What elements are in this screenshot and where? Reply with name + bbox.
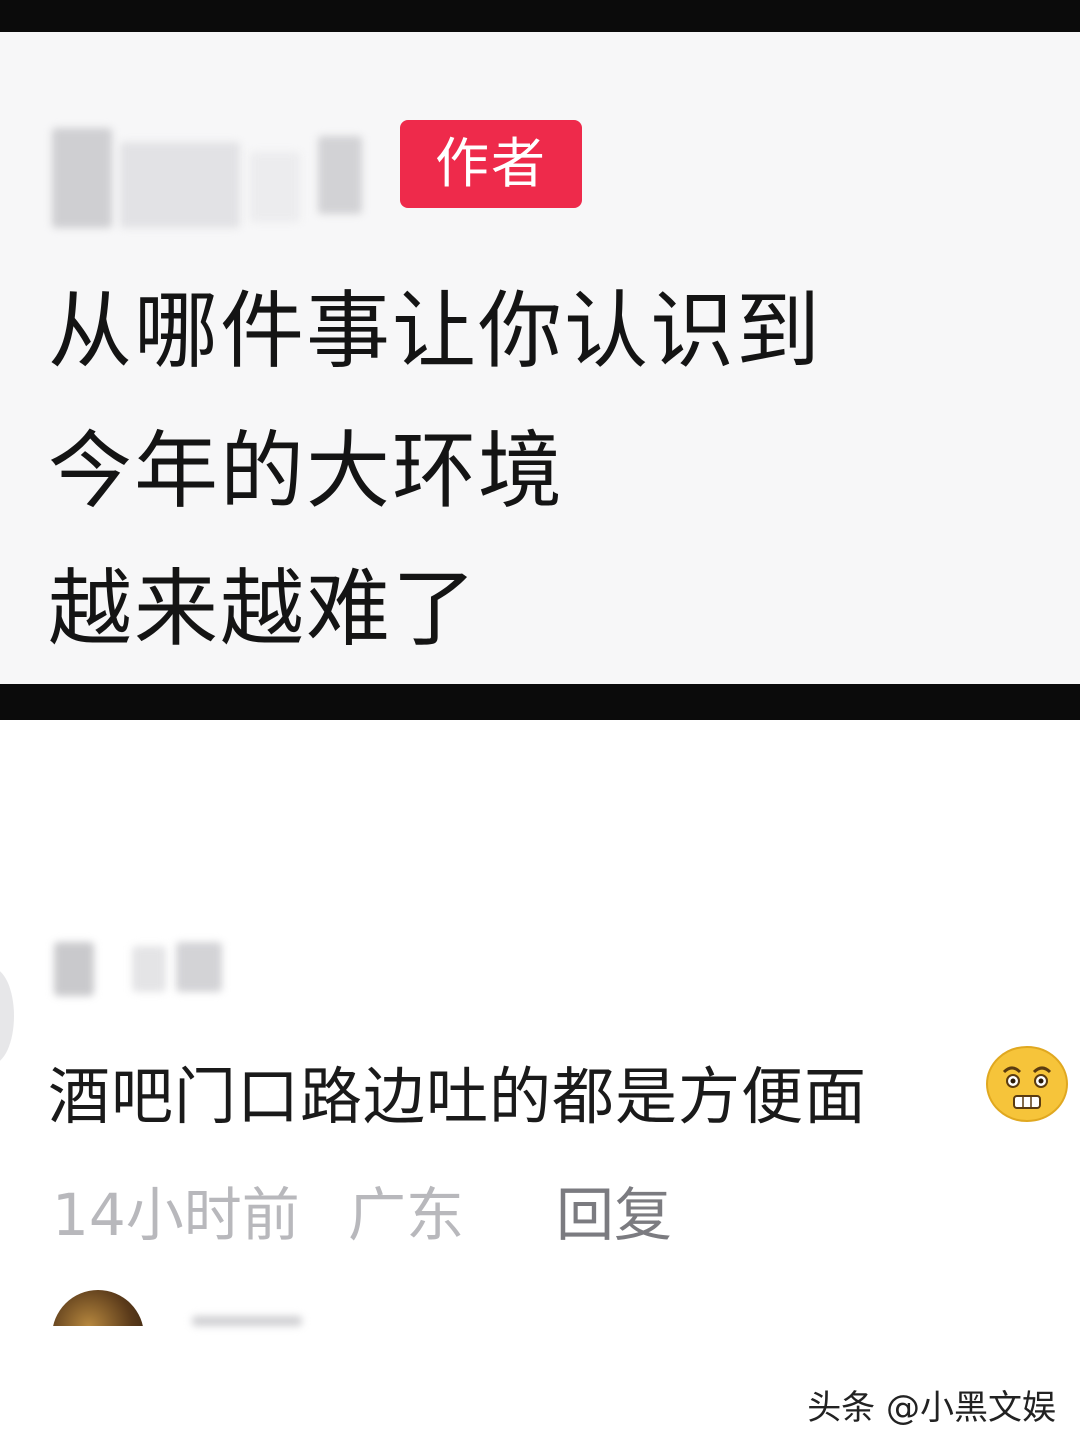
post-line-2: 今年的大环境 xyxy=(48,422,565,520)
commenter-name-blurred[interactable] xyxy=(54,942,94,996)
post-panel: 作者 从哪件事让你认识到 今年的大环境 越来越难了 xyxy=(0,32,1080,684)
author-name-blurred[interactable] xyxy=(52,128,112,228)
commenter-name-blurred-2 xyxy=(132,946,166,992)
author-name-blurred-4 xyxy=(318,136,362,214)
screenshot-canvas: 作者 从哪件事让你认识到 今年的大环境 越来越难了 酒吧门口路边吐的都是方便面 … xyxy=(0,0,1080,1441)
top-black-bar xyxy=(0,0,1080,32)
post-line-1: 从哪件事让你认识到 xyxy=(48,282,823,380)
author-name-blurred-2 xyxy=(120,142,240,228)
author-badge: 作者 xyxy=(400,120,582,208)
post-line-3: 越来越难了 xyxy=(48,560,479,658)
comment-text: 酒吧门口路边吐的都是方便面 xyxy=(48,1060,868,1133)
commenter-avatar[interactable] xyxy=(0,968,14,1064)
author-name-blurred-3 xyxy=(250,152,300,222)
embarrassed-face-icon xyxy=(986,1046,1068,1122)
comment-time: 14小时前 xyxy=(52,1181,300,1249)
commenter-name-blurred-3 xyxy=(176,942,222,992)
reply-button[interactable]: 回复 xyxy=(556,1168,672,1252)
comment-location: 广东 xyxy=(348,1181,465,1249)
divider-black-bar xyxy=(0,684,1080,720)
watermark: 头条 @小黑文娱 xyxy=(807,1388,1056,1428)
next-commenter-name-partial xyxy=(192,1316,302,1326)
